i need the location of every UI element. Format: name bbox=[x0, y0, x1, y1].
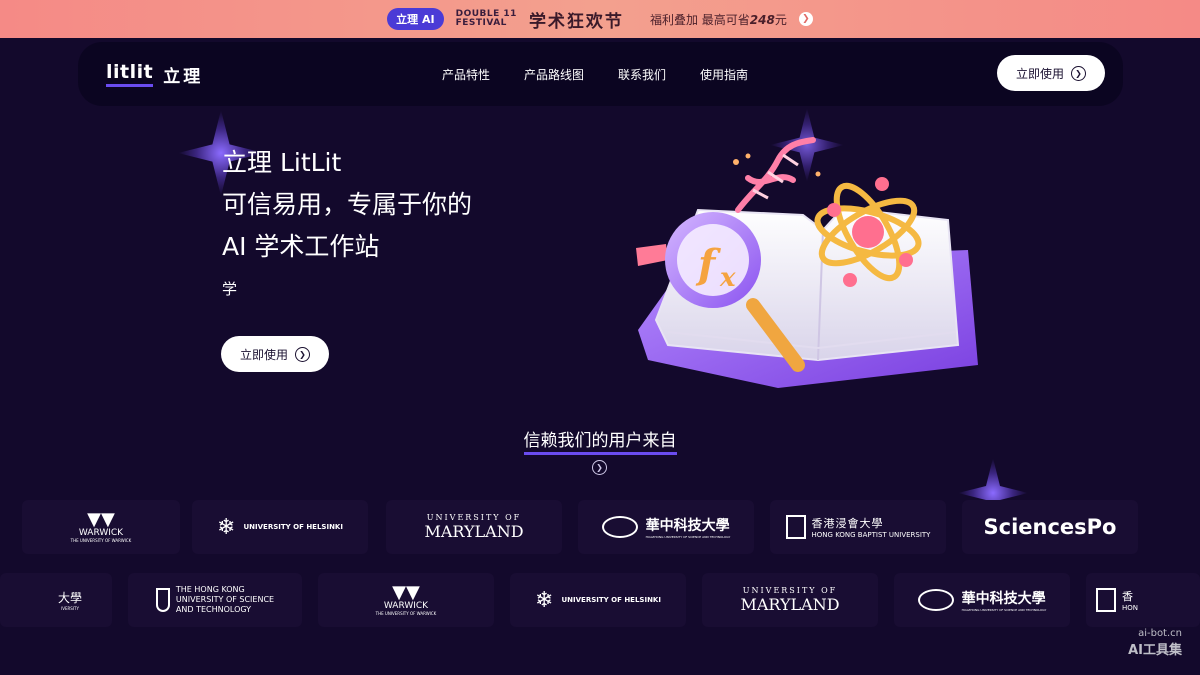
nav-link-roadmap[interactable]: 产品路线图 bbox=[524, 66, 584, 83]
promo-festival-line2: FESTIVAL bbox=[455, 18, 507, 28]
promo-text-prefix: 福利叠加 最高可省 bbox=[649, 12, 750, 27]
chevron-down-icon[interactable]: ❯ bbox=[592, 460, 607, 475]
partial-right-en: HON bbox=[1122, 604, 1139, 612]
warwick-label: WARWICK bbox=[383, 600, 429, 611]
hero-title: 立理 LitLit 可信易用，专属于你的 AI 学术工作站 bbox=[222, 142, 472, 268]
logo-card-partial-right: 香 HON bbox=[1086, 573, 1200, 627]
logo-card-hkust: THE HONG KONG UNIVERSITY OF SCIENCE AND … bbox=[128, 573, 302, 627]
hkust-line2: UNIVERSITY OF SCIENCE bbox=[175, 595, 275, 604]
maryland-top: UNIVERSITY OF bbox=[426, 513, 522, 522]
helsinki-label: UNIVERSITY OF HELSINKI bbox=[243, 523, 343, 531]
hkust-line3: AND TECHNOLOGY bbox=[175, 605, 252, 614]
promo-title: 学术狂欢节 bbox=[528, 11, 624, 32]
nav-use-now-button[interactable]: 立即使用 ❯ bbox=[997, 55, 1105, 91]
arrow-right-circle-icon: ❯ bbox=[295, 346, 310, 362]
watermark-brand: AI工具集 bbox=[1128, 643, 1182, 658]
warwick-sub: THE UNIVERSITY OF WARWICK bbox=[375, 610, 437, 616]
nav-cta-label: 立即使用 bbox=[1015, 66, 1064, 81]
promo-festival: DOUBLE 11 FESTIVAL bbox=[456, 10, 517, 28]
warwick-mark-icon: ▼▼ bbox=[392, 581, 420, 603]
promo-text: 福利叠加 最高可省248元 bbox=[650, 11, 787, 28]
hkbu-emblem-icon bbox=[785, 515, 806, 539]
logo-card-partial-left: 大學 IVERSITY bbox=[0, 573, 112, 627]
hust-emblem-icon bbox=[917, 589, 954, 611]
promo-banner[interactable]: 立理 AI DOUBLE 11 FESTIVAL 学术狂欢节 福利叠加 最高可省… bbox=[0, 0, 1200, 38]
hkbu-en: HONG KONG BAPTIST UNIVERSITY bbox=[811, 531, 931, 539]
hero-use-now-button[interactable]: 立即使用 ❯ bbox=[221, 336, 329, 372]
maryland-top: UNIVERSITY OF bbox=[742, 586, 838, 595]
sciencespo-label: SciencesPo bbox=[983, 515, 1117, 539]
logo-card-hust-2: 華中科技大學 HUAZHONG UNIVERSITY OF SCIENCE AN… bbox=[894, 573, 1070, 627]
hust-cn: 華中科技大學 bbox=[961, 591, 1046, 607]
partial-left-cn: 大學 bbox=[57, 591, 82, 605]
logo[interactable]: litlit 立理 bbox=[106, 61, 203, 87]
logo-card-helsinki-2: ❄ UNIVERSITY OF HELSINKI bbox=[510, 573, 686, 627]
nav-link-guide[interactable]: 使用指南 bbox=[700, 66, 748, 83]
hust-cn: 華中科技大學 bbox=[645, 518, 730, 534]
watermark-url: ai-bot.cn bbox=[1138, 628, 1182, 639]
hero-title-line2: 可信易用，专属于你的 bbox=[222, 190, 473, 219]
partial-left-sub: IVERSITY bbox=[61, 606, 79, 611]
logo-latin: litlit bbox=[106, 61, 154, 87]
hero-subtitle: 学 bbox=[222, 280, 238, 298]
helsinki-emblem-icon: ❄ bbox=[217, 514, 236, 540]
promo-badge: 立理 AI bbox=[387, 8, 444, 30]
promo-amount: 248 bbox=[749, 12, 775, 27]
hkust-line1: THE HONG KONG bbox=[175, 585, 245, 594]
hkbu-cn: 香港浸會大學 bbox=[811, 517, 884, 530]
partial-right-cn: 香 bbox=[1122, 590, 1133, 603]
hero-title-line3: AI 学术工作站 bbox=[222, 232, 380, 261]
nav-links: 产品特性 产品路线图 联系我们 使用指南 bbox=[442, 66, 748, 83]
hero-cta-label: 立即使用 bbox=[239, 347, 288, 362]
hkbu-emblem-icon bbox=[1096, 588, 1116, 612]
trust-title-text: 信赖我们的用户来自 bbox=[523, 431, 677, 455]
helsinki-emblem-icon: ❄ bbox=[535, 587, 554, 613]
watermark: ai-bot.cn AI工具集 bbox=[1128, 628, 1182, 658]
logo-card-hkbu: 香港浸會大學 HONG KONG BAPTIST UNIVERSITY bbox=[770, 500, 946, 554]
logo-cn: 立理 bbox=[163, 66, 204, 87]
logo-card-maryland-2: UNIVERSITY OF MARYLAND bbox=[702, 573, 878, 627]
logo-card-maryland: UNIVERSITY OF MARYLAND bbox=[386, 500, 562, 554]
nav-link-contact[interactable]: 联系我们 bbox=[618, 66, 666, 83]
hust-emblem-icon bbox=[601, 516, 638, 538]
trust-section-title: 信赖我们的用户来自 bbox=[0, 426, 1200, 455]
logo-card-helsinki: ❄ UNIVERSITY OF HELSINKI bbox=[192, 500, 368, 554]
arrow-right-circle-icon: ❯ bbox=[1071, 65, 1086, 81]
chevron-right-icon[interactable]: ❯ bbox=[798, 12, 813, 26]
logo-card-hust: 華中科技大學 HUAZHONG UNIVERSITY OF SCIENCE AN… bbox=[578, 500, 754, 554]
warwick-mark-icon: ▼▼ bbox=[87, 508, 115, 530]
top-navbar: litlit 立理 产品特性 产品路线图 联系我们 使用指南 立即使用 ❯ bbox=[78, 42, 1123, 106]
hust-en: HUAZHONG UNIVERSITY OF SCIENCE AND TECHN… bbox=[645, 535, 731, 539]
maryland-label: MARYLAND bbox=[740, 595, 840, 614]
maryland-label: MARYLAND bbox=[424, 522, 524, 541]
warwick-sub: THE UNIVERSITY OF WARWICK bbox=[70, 537, 132, 543]
logo-card-sciencespo: SciencesPo bbox=[962, 500, 1138, 554]
hkust-emblem-icon bbox=[155, 588, 170, 612]
logo-card-warwick: ▼▼ WARWICK THE UNIVERSITY OF WARWICK bbox=[22, 500, 180, 554]
hust-en: HUAZHONG UNIVERSITY OF SCIENCE AND TECHN… bbox=[961, 608, 1047, 612]
warwick-label: WARWICK bbox=[78, 527, 124, 538]
svg-text:x: x bbox=[719, 263, 736, 293]
book-illustration: f x bbox=[636, 137, 978, 388]
helsinki-label: UNIVERSITY OF HELSINKI bbox=[561, 596, 661, 604]
nav-link-features[interactable]: 产品特性 bbox=[442, 66, 490, 83]
hero-title-line1: 立理 LitLit bbox=[222, 148, 342, 177]
logo-card-warwick-2: ▼▼ WARWICK THE UNIVERSITY OF WARWICK bbox=[318, 573, 494, 627]
promo-text-suffix: 元 bbox=[774, 12, 787, 27]
